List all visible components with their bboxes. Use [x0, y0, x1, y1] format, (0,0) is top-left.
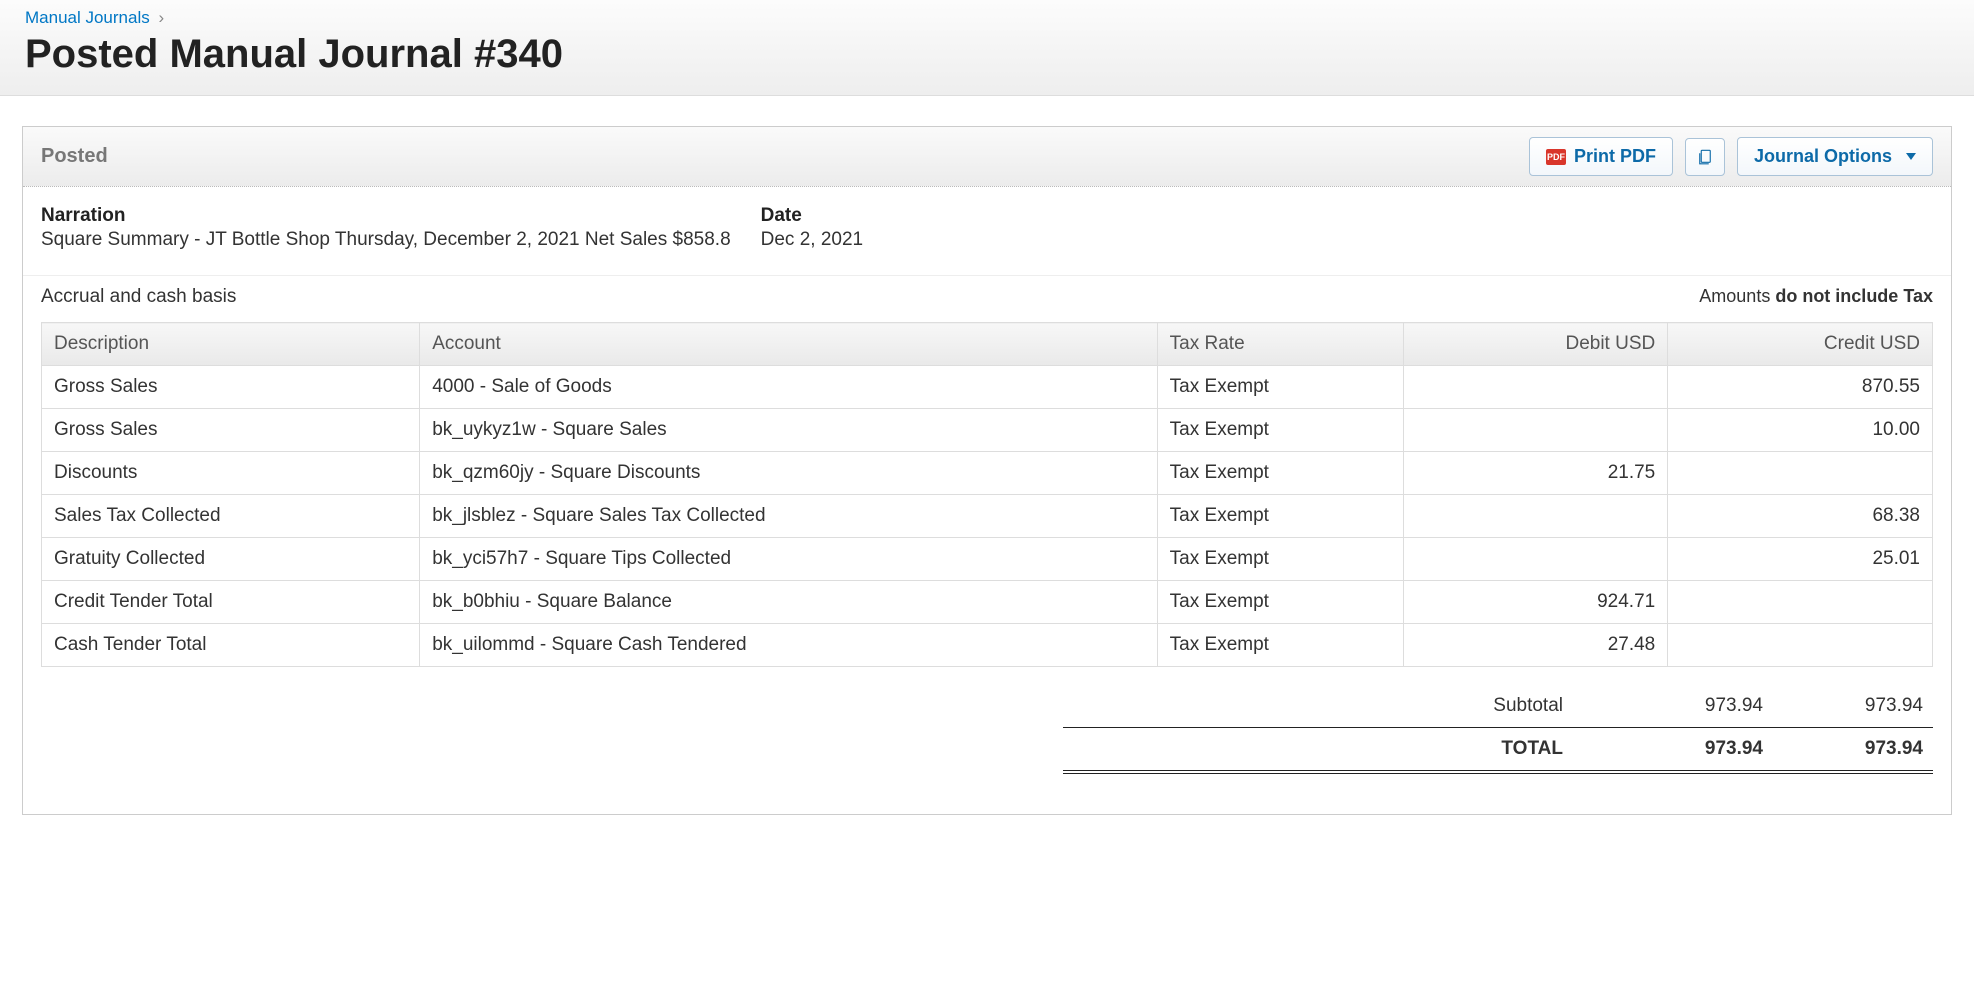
copy-button[interactable]: [1685, 138, 1725, 176]
subtotal-label: Subtotal: [1073, 695, 1603, 717]
journal-card: Posted PDF Print PDF Journal Options: [22, 126, 1952, 815]
cell-description: Gratuity Collected: [42, 538, 420, 581]
cell-tax-rate: Tax Exempt: [1157, 624, 1403, 667]
cell-credit: 10.00: [1668, 409, 1933, 452]
header-actions: PDF Print PDF Journal Options: [1529, 137, 1933, 176]
status-badge: Posted: [41, 145, 108, 168]
cell-credit: 870.55: [1668, 366, 1933, 409]
cell-credit: 25.01: [1668, 538, 1933, 581]
table-row: Discountsbk_qzm60jy - Square DiscountsTa…: [42, 452, 1933, 495]
cell-account: bk_jlsblez - Square Sales Tax Collected: [420, 495, 1157, 538]
cell-account: bk_b0bhiu - Square Balance: [420, 581, 1157, 624]
breadcrumb-link[interactable]: Manual Journals: [25, 8, 150, 27]
pdf-icon: PDF: [1546, 149, 1566, 165]
cell-account: bk_yci57h7 - Square Tips Collected: [420, 538, 1157, 581]
cell-credit: [1668, 581, 1933, 624]
table-row: Gross Sales4000 - Sale of GoodsTax Exemp…: [42, 366, 1933, 409]
cell-description: Discounts: [42, 452, 420, 495]
cell-debit: 21.75: [1403, 452, 1668, 495]
tax-note-bold: do not include Tax: [1775, 286, 1933, 306]
cell-account: bk_qzm60jy - Square Discounts: [420, 452, 1157, 495]
total-row: TOTAL 973.94 973.94: [1063, 728, 1933, 774]
journal-options-label: Journal Options: [1754, 146, 1892, 167]
cell-description: Credit Tender Total: [42, 581, 420, 624]
table-row: Gratuity Collectedbk_yci57h7 - Square Ti…: [42, 538, 1933, 581]
chevron-down-icon: [1906, 153, 1916, 160]
total-debit: 973.94: [1603, 738, 1763, 760]
table-row: Credit Tender Totalbk_b0bhiu - Square Ba…: [42, 581, 1933, 624]
total-label: TOTAL: [1073, 738, 1603, 760]
cell-description: Sales Tax Collected: [42, 495, 420, 538]
cell-tax-rate: Tax Exempt: [1157, 409, 1403, 452]
date-label: Date: [761, 205, 863, 227]
page-title: Posted Manual Journal #340: [25, 32, 1949, 77]
cell-credit: [1668, 624, 1933, 667]
cell-debit: 924.71: [1403, 581, 1668, 624]
print-pdf-button[interactable]: PDF Print PDF: [1529, 137, 1673, 176]
col-tax-rate: Tax Rate: [1157, 323, 1403, 366]
narration-label: Narration: [41, 205, 731, 227]
cell-description: Gross Sales: [42, 409, 420, 452]
table-header-row: Description Account Tax Rate Debit USD C…: [42, 323, 1933, 366]
col-debit: Debit USD: [1403, 323, 1668, 366]
cell-debit: [1403, 409, 1668, 452]
tax-note: Amounts do not include Tax: [1699, 286, 1933, 307]
meta-row: Narration Square Summary - JT Bottle Sho…: [23, 187, 1951, 275]
tax-note-prefix: Amounts: [1699, 286, 1775, 306]
cell-credit: 68.38: [1668, 495, 1933, 538]
copy-icon: [1696, 147, 1714, 167]
cell-description: Gross Sales: [42, 366, 420, 409]
page-header: Manual Journals › Posted Manual Journal …: [0, 0, 1974, 96]
cell-tax-rate: Tax Exempt: [1157, 495, 1403, 538]
cell-debit: [1403, 495, 1668, 538]
cell-debit: [1403, 366, 1668, 409]
table-row: Sales Tax Collectedbk_jlsblez - Square S…: [42, 495, 1933, 538]
col-credit: Credit USD: [1668, 323, 1933, 366]
cell-debit: [1403, 538, 1668, 581]
subtotal-row: Subtotal 973.94 973.94: [1063, 685, 1933, 728]
journal-options-button[interactable]: Journal Options: [1737, 137, 1933, 176]
cell-account: 4000 - Sale of Goods: [420, 366, 1157, 409]
subtotal-debit: 973.94: [1603, 695, 1763, 717]
totals-section: Subtotal 973.94 973.94 TOTAL 973.94 973.…: [41, 685, 1933, 774]
narration-block: Narration Square Summary - JT Bottle Sho…: [41, 205, 731, 251]
breadcrumb: Manual Journals ›: [25, 8, 1949, 28]
cell-credit: [1668, 452, 1933, 495]
cell-tax-rate: Tax Exempt: [1157, 581, 1403, 624]
journal-lines-table: Description Account Tax Rate Debit USD C…: [41, 322, 1933, 667]
cell-tax-rate: Tax Exempt: [1157, 538, 1403, 581]
cell-account: bk_uilommd - Square Cash Tendered: [420, 624, 1157, 667]
breadcrumb-separator: ›: [158, 8, 164, 27]
card-header: Posted PDF Print PDF Journal Options: [23, 127, 1951, 187]
col-account: Account: [420, 323, 1157, 366]
basis-row: Accrual and cash basis Amounts do not in…: [23, 275, 1951, 322]
cell-description: Cash Tender Total: [42, 624, 420, 667]
date-value: Dec 2, 2021: [761, 229, 863, 251]
date-block: Date Dec 2, 2021: [761, 205, 863, 251]
table-row: Cash Tender Totalbk_uilommd - Square Cas…: [42, 624, 1933, 667]
cell-tax-rate: Tax Exempt: [1157, 452, 1403, 495]
basis-text: Accrual and cash basis: [41, 286, 236, 308]
narration-value: Square Summary - JT Bottle Shop Thursday…: [41, 229, 731, 251]
print-pdf-label: Print PDF: [1574, 146, 1656, 167]
subtotal-credit: 973.94: [1763, 695, 1923, 717]
total-credit: 973.94: [1763, 738, 1923, 760]
table-row: Gross Salesbk_uykyz1w - Square SalesTax …: [42, 409, 1933, 452]
cell-debit: 27.48: [1403, 624, 1668, 667]
cell-tax-rate: Tax Exempt: [1157, 366, 1403, 409]
cell-account: bk_uykyz1w - Square Sales: [420, 409, 1157, 452]
col-description: Description: [42, 323, 420, 366]
